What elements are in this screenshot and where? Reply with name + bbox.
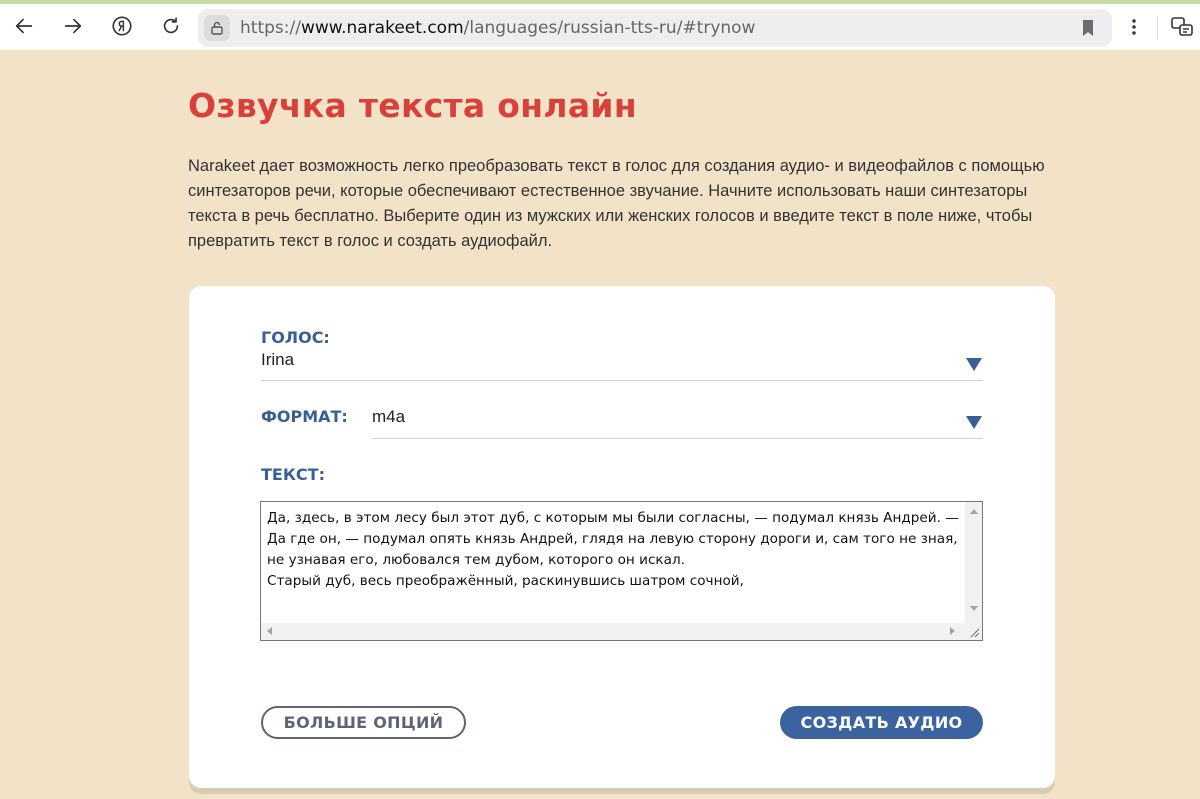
scroll-down-icon[interactable] <box>970 606 978 611</box>
dropdown-caret-icon[interactable] <box>966 416 982 429</box>
tts-form-card: ГОЛОС: Irina ФОРМАТ: m4a ТЕКСТ: Да, здес… <box>189 286 1055 788</box>
lock-icon <box>211 21 223 35</box>
forward-arrow-icon <box>64 18 82 34</box>
site-info-button[interactable] <box>204 15 230 41</box>
text-label: ТЕКСТ: <box>261 465 325 484</box>
resize-handle[interactable] <box>965 623 982 640</box>
intro-paragraph: Narakeet дает возможность легко преобраз… <box>188 157 1045 250</box>
scroll-right-icon[interactable] <box>950 627 955 635</box>
voice-label: ГОЛОС: <box>261 328 330 347</box>
url-path: /languages/russian-tts-ru/#trynow <box>463 18 756 38</box>
text-input-content[interactable]: Да, здесь, в этом лесу был этот дуб, с к… <box>267 508 963 592</box>
back-arrow-icon <box>15 18 33 34</box>
url-domain: www.narakeet.com <box>300 18 464 38</box>
voice-select-underline <box>261 380 983 381</box>
format-select-value[interactable]: m4a <box>372 407 405 427</box>
back-button[interactable] <box>8 10 40 42</box>
format-label: ФОРМАТ: <box>261 407 348 426</box>
more-options-button[interactable]: БОЛЬШЕ ОПЦИЙ <box>261 706 466 739</box>
reload-icon <box>163 17 179 34</box>
forward-button[interactable] <box>57 10 89 42</box>
extension-icon[interactable] <box>1168 14 1196 42</box>
vertical-scrollbar[interactable] <box>965 502 982 623</box>
bookmark-icon[interactable] <box>1078 18 1098 38</box>
text-input-area[interactable]: Да, здесь, в этом лесу был этот дуб, с к… <box>260 501 983 641</box>
dropdown-caret-icon[interactable] <box>966 358 982 371</box>
scroll-left-icon[interactable] <box>267 627 272 635</box>
yandex-icon <box>112 16 132 36</box>
toolbar-separator <box>1157 16 1158 40</box>
more-vertical-icon <box>1132 19 1136 35</box>
yandex-button[interactable] <box>106 10 138 42</box>
url-text[interactable]: https://www.narakeet.com/languages/russi… <box>240 18 755 38</box>
reload-button[interactable] <box>155 10 187 42</box>
url-scheme: https:// <box>240 18 301 38</box>
create-audio-button[interactable]: СОЗДАТЬ АУДИО <box>780 706 983 739</box>
address-bar[interactable]: https://www.narakeet.com/languages/russi… <box>198 9 1112 47</box>
horizontal-scrollbar[interactable] <box>261 623 965 640</box>
voice-select-value[interactable]: Irina <box>261 350 294 370</box>
browser-menu-button[interactable] <box>1122 12 1146 42</box>
scroll-up-icon[interactable] <box>970 509 978 514</box>
browser-toolbar: https://www.narakeet.com/languages/russi… <box>0 0 1200 50</box>
format-select-underline <box>372 438 983 439</box>
page-title: Озвучка текста онлайн <box>188 86 637 125</box>
resize-grip-icon <box>970 628 980 638</box>
